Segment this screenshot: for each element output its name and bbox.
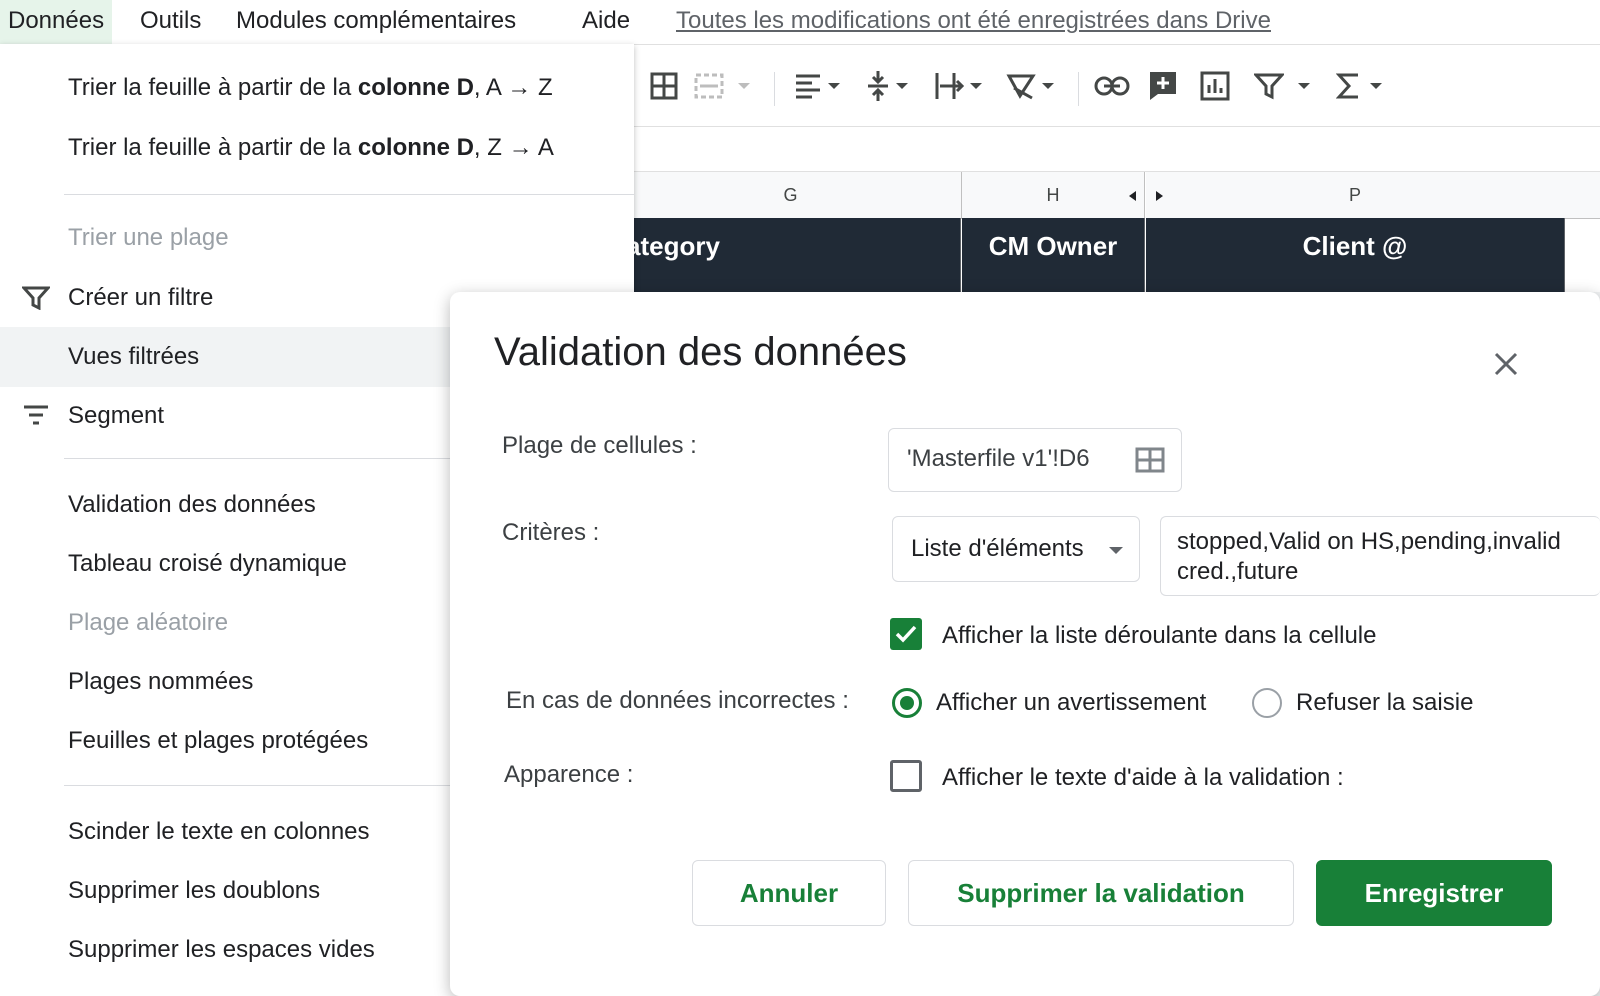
filter-caret-icon <box>1298 83 1310 89</box>
menu-item-label: Trier la feuille à partir de la <box>68 134 358 161</box>
hidden-columns-left-arrow-icon[interactable] <box>1129 191 1136 201</box>
column-letter: H <box>1046 185 1060 205</box>
functions-caret-icon <box>1370 83 1382 89</box>
criteria-list-value: stopped,Valid on HS,pending,invalid cred… <box>1177 528 1561 585</box>
menu-item-sort-za[interactable]: Trier la feuille à partir de la colonne … <box>0 118 634 178</box>
hidden-columns-right-arrow-icon[interactable] <box>1156 191 1163 201</box>
formula-bar[interactable] <box>620 126 1600 172</box>
checkmark-icon <box>895 625 917 643</box>
borders-button[interactable] <box>650 66 678 106</box>
show-warning-label: Afficher un avertissement <box>936 689 1207 716</box>
radio-reject-input[interactable] <box>1252 688 1282 718</box>
chart-icon <box>1200 71 1230 101</box>
menu-item-label: Créer un filtre <box>68 284 214 311</box>
slicer-icon <box>24 405 48 425</box>
column-header-p[interactable]: P <box>1146 172 1565 219</box>
show-dropdown-checkbox[interactable] <box>890 618 922 650</box>
menu-item-label: Segment <box>68 402 165 429</box>
insert-link-button[interactable] <box>1094 66 1130 106</box>
menu-donnees[interactable]: Données <box>0 0 113 44</box>
add-comment-icon <box>1150 72 1176 100</box>
text-rotation-icon <box>1006 74 1036 100</box>
select-range-grid-icon[interactable] <box>1135 447 1165 473</box>
toolbar-divider <box>774 72 775 106</box>
menu-item-sort-az[interactable]: Trier la feuille à partir de la colonne … <box>0 58 634 118</box>
save-status-link[interactable]: Toutes les modifications ont été enregis… <box>676 0 1271 42</box>
menu-item-label: , Z → A <box>473 134 554 161</box>
data-validation-dialog: Validation des données Plage de cellules… <box>450 292 1600 996</box>
link-icon <box>1094 76 1130 96</box>
column-header-h[interactable]: H <box>962 172 1145 219</box>
criteria-type-select[interactable]: Liste d'éléments <box>892 516 1140 582</box>
text-rotation-button[interactable] <box>1006 66 1054 106</box>
cell-range-input[interactable]: 'Masterfile v1'!D6 <box>888 428 1182 492</box>
show-dropdown-label: Afficher la liste déroulante dans la cel… <box>942 622 1377 649</box>
valign-caret-icon <box>896 83 908 89</box>
sigma-icon <box>1336 73 1358 99</box>
menu-item-label: Trier la feuille à partir de la <box>68 74 358 101</box>
header-cell-cm-owner[interactable]: CM Owner <box>962 218 1145 292</box>
column-header-next[interactable] <box>1564 172 1600 219</box>
horizontal-align-button[interactable] <box>794 66 840 106</box>
filter-icon <box>1254 73 1284 100</box>
merge-cells-icon <box>694 73 724 99</box>
header-cell-client[interactable]: Client @ <box>1146 218 1565 292</box>
remove-validation-button[interactable]: Supprimer la validation <box>908 860 1294 926</box>
merge-cells-button[interactable] <box>694 66 750 106</box>
column-letter: P <box>1348 185 1361 205</box>
menu-outils[interactable]: Outils <box>132 0 209 44</box>
column-letter: G <box>783 185 798 205</box>
header-cell-category[interactable]: ategory <box>620 218 961 292</box>
appearance-label: Apparence : <box>504 761 634 788</box>
save-button[interactable]: Enregistrer <box>1316 860 1552 926</box>
menu-item-label-bold: colonne D <box>357 134 474 161</box>
column-header-g[interactable]: G <box>620 172 962 219</box>
wrap-caret-icon <box>970 83 982 89</box>
help-text-label: Afficher le texte d'aide à la validation… <box>942 764 1344 791</box>
merge-caret-icon <box>738 83 750 89</box>
borders-icon <box>650 72 678 100</box>
menu-divider <box>64 194 634 195</box>
dialog-title: Validation des données <box>494 330 907 374</box>
rotation-caret-icon <box>1042 83 1054 89</box>
align-caret-icon <box>828 83 840 89</box>
criteria-label: Critères : <box>502 519 600 546</box>
criteria-list-input[interactable]: stopped,Valid on HS,pending,invalid cred… <box>1160 516 1600 596</box>
functions-button[interactable] <box>1336 66 1382 106</box>
toolbar-divider <box>1078 72 1079 106</box>
text-wrap-button[interactable] <box>934 66 982 106</box>
cancel-button[interactable]: Annuler <box>692 860 886 926</box>
radio-show-warning[interactable] <box>892 688 922 718</box>
menu-item-label-bold: colonne D <box>357 74 474 101</box>
help-text-checkbox[interactable] <box>890 760 922 792</box>
toolbar <box>620 50 1600 126</box>
menu-item-label: , A → Z <box>473 74 553 101</box>
invalid-data-label: En cas de données incorrectes : <box>506 687 849 714</box>
vertical-align-icon <box>868 71 888 101</box>
vertical-align-button[interactable] <box>866 66 908 106</box>
close-icon[interactable] <box>1488 346 1524 382</box>
menu-modules[interactable]: Modules complémentaires <box>228 0 524 44</box>
filter-button[interactable] <box>1254 66 1310 106</box>
menu-item-sort-range: Trier une plage <box>68 224 229 251</box>
chevron-down-icon <box>1109 547 1123 554</box>
cell-range-value: 'Masterfile v1'!D6 <box>907 445 1090 472</box>
reject-input-label: Refuser la saisie <box>1296 689 1474 716</box>
text-wrap-icon <box>935 73 964 99</box>
menubar: Données Outils Modules complémentaires A… <box>0 0 1600 45</box>
range-label: Plage de cellules : <box>502 432 697 459</box>
menu-aide[interactable]: Aide <box>574 0 638 44</box>
insert-chart-button[interactable] <box>1200 66 1230 106</box>
insert-comment-button[interactable] <box>1148 66 1178 106</box>
align-left-icon <box>796 74 820 99</box>
filter-icon <box>22 286 50 310</box>
criteria-type-value: Liste d'éléments <box>911 535 1084 562</box>
